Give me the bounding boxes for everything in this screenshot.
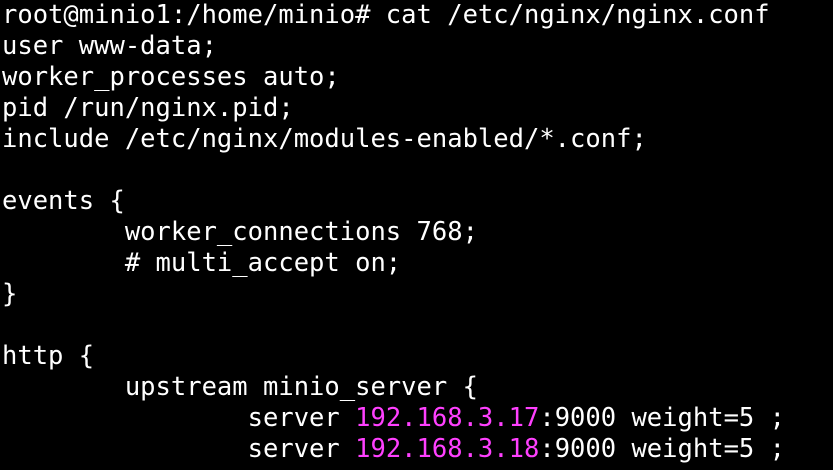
output-line: } <box>2 279 833 310</box>
output-line: server 192.168.3.18:9000 weight=5 ; <box>2 434 833 465</box>
terminal-text: server <box>2 403 356 433</box>
output-line: user www-data; <box>2 31 833 62</box>
output-line: events { <box>2 186 833 217</box>
terminal-text: upstream minio_server { <box>2 372 478 402</box>
terminal-text: worker_processes auto; <box>2 62 340 92</box>
terminal-text: root@minio1:/home/minio# cat /etc/nginx/… <box>2 0 770 30</box>
terminal-text: worker_connections 768; <box>2 217 478 247</box>
output-line: worker_processes auto; <box>2 62 833 93</box>
ip-address: 192.168.3.17 <box>355 403 540 433</box>
terminal-text: http { <box>2 341 95 371</box>
output-line: pid /run/nginx.pid; <box>2 93 833 124</box>
output-line: # multi_accept on; <box>2 248 833 279</box>
terminal-text: # multi_accept on; <box>2 248 402 278</box>
terminal-text: include /etc/nginx/modules-enabled/*.con… <box>2 124 647 154</box>
output-line: upstream minio_server { <box>2 372 833 403</box>
terminal-text: server <box>2 434 356 464</box>
terminal-text: :9000 weight=5 ; <box>539 434 785 464</box>
output-line: server 192.168.3.17:9000 weight=5 ; <box>2 403 833 434</box>
terminal-text: pid /run/nginx.pid; <box>2 93 294 123</box>
terminal-window[interactable]: root@minio1:/home/minio# cat /etc/nginx/… <box>0 0 833 470</box>
command-prompt-line: root@minio1:/home/minio# cat /etc/nginx/… <box>2 0 833 31</box>
terminal-text: } <box>2 279 18 309</box>
output-line: http { <box>2 341 833 372</box>
terminal-text: :9000 weight=5 ; <box>539 403 785 433</box>
terminal-output: root@minio1:/home/minio# cat /etc/nginx/… <box>2 0 833 465</box>
terminal-text: events { <box>2 186 125 216</box>
ip-address: 192.168.3.18 <box>355 434 540 464</box>
output-line: include /etc/nginx/modules-enabled/*.con… <box>2 124 833 155</box>
output-line: worker_connections 768; <box>2 217 833 248</box>
terminal-text: user www-data; <box>2 31 217 61</box>
